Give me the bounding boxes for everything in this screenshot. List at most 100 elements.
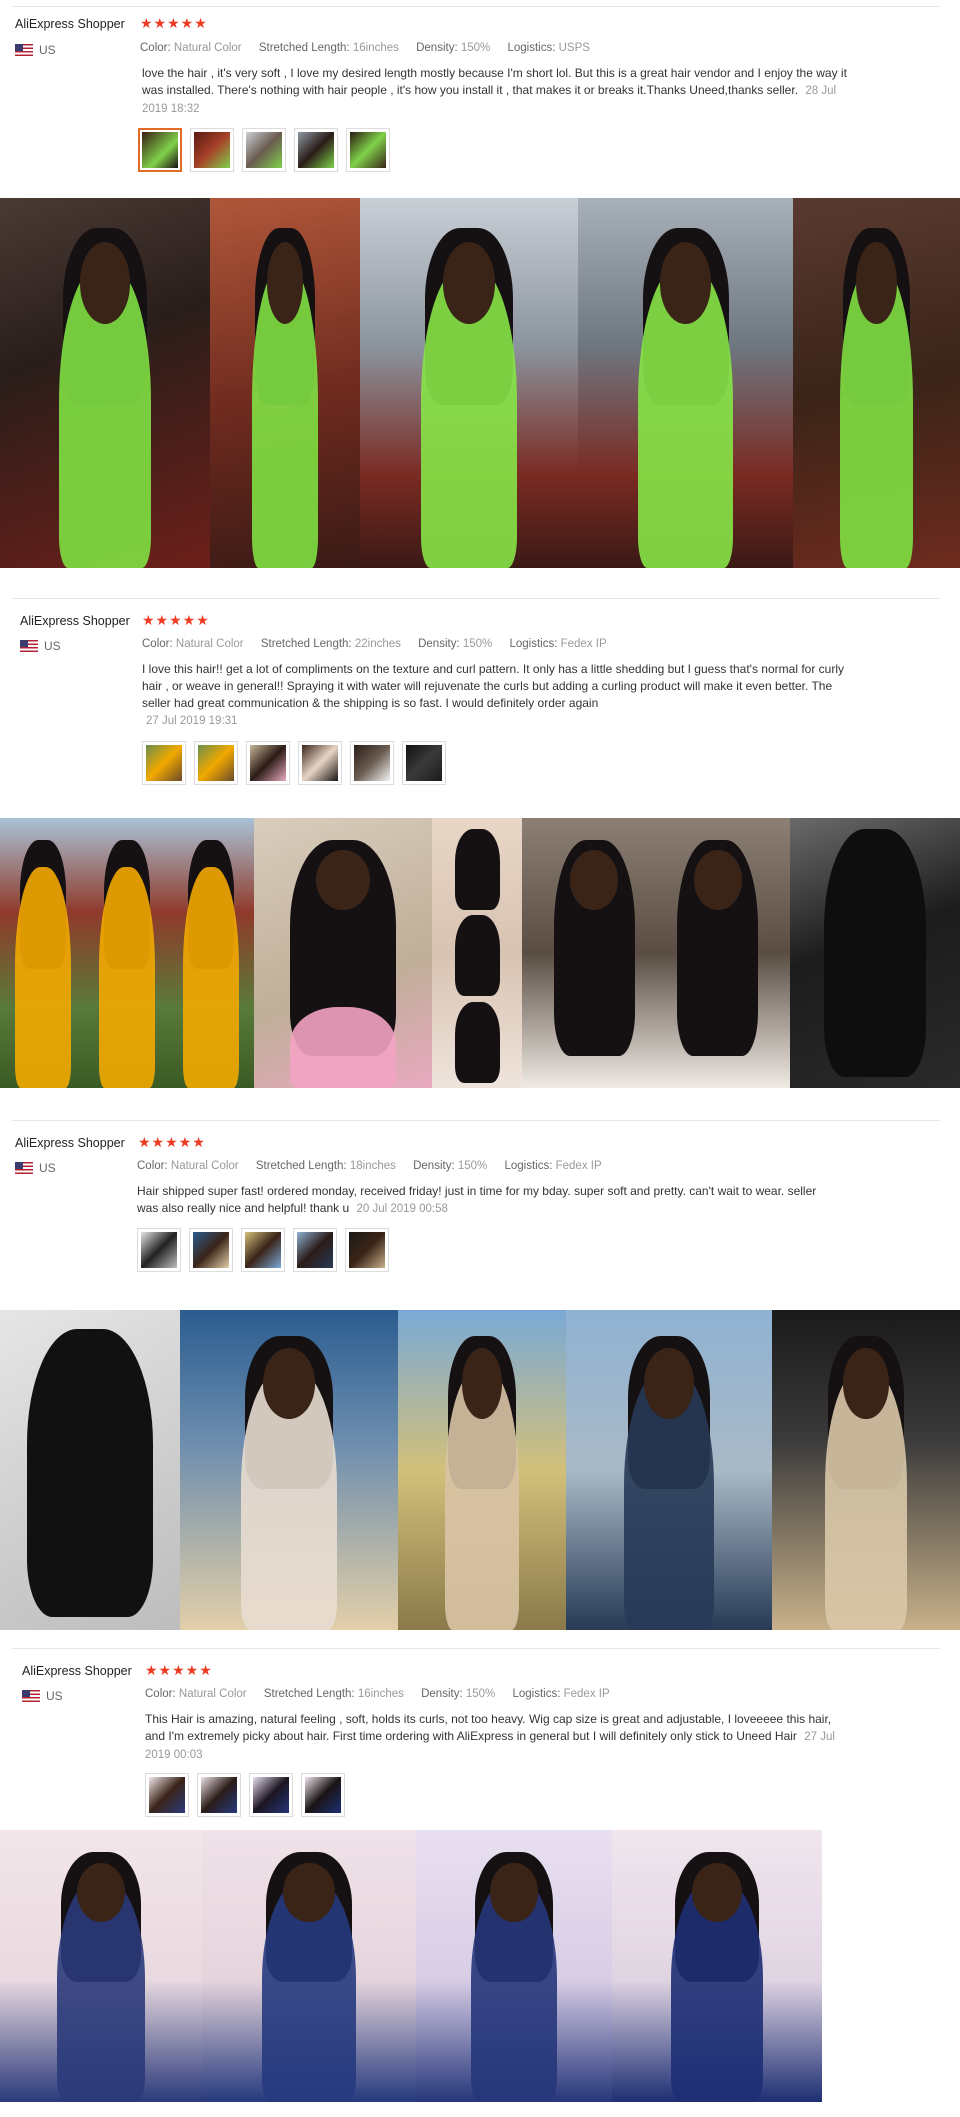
photo-thumbnail[interactable] (249, 1773, 293, 1817)
reviewer-name: AliExpress Shopper (15, 17, 125, 31)
photo-thumbnail[interactable] (241, 1228, 285, 1272)
review-photo[interactable] (432, 818, 522, 1088)
attr-label: Logistics: (504, 1160, 553, 1172)
review-photo[interactable] (254, 818, 432, 1088)
photo-thumbnail[interactable] (294, 128, 338, 172)
attr-label: Density: (416, 42, 458, 54)
attr-value: Natural Color (178, 1688, 247, 1700)
attr-value: 150% (465, 1688, 496, 1700)
attr-value: 150% (457, 1160, 488, 1172)
attr-label: Stretched Length: (263, 1688, 355, 1700)
review-photo[interactable] (578, 198, 793, 568)
product-attributes: Color: Natural Color Stretched Length: 2… (142, 638, 607, 650)
rating-stars: ★★★★★ (145, 1662, 213, 1678)
product-attributes: Color: Natural Color Stretched Length: 1… (137, 1160, 602, 1172)
attr-value: 16inches (357, 1688, 404, 1700)
attr-label: Density: (421, 1688, 463, 1700)
reviewer-name: AliExpress Shopper (22, 1664, 132, 1678)
photo-thumbnail[interactable] (142, 741, 186, 785)
review-divider (12, 1120, 940, 1121)
review-photo[interactable] (0, 1830, 202, 2102)
attr-value: 150% (460, 42, 491, 54)
review-photo[interactable] (0, 818, 254, 1088)
review-photo[interactable] (0, 198, 210, 568)
review-photo[interactable] (416, 1830, 612, 2102)
photo-thumbnails (142, 741, 446, 785)
reviewer-country: US (20, 639, 61, 653)
rating-stars: ★★★★★ (142, 612, 210, 628)
photo-thumbnail[interactable] (345, 1228, 389, 1272)
photo-thumbnail[interactable] (246, 741, 290, 785)
photo-thumbnail[interactable] (350, 741, 394, 785)
review-photo[interactable] (360, 198, 578, 568)
product-attributes: Color: Natural Color Stretched Length: 1… (140, 42, 590, 54)
review-text: love the hair , it's very soft , I love … (142, 65, 862, 118)
review-body: love the hair , it's very soft , I love … (142, 66, 847, 97)
attr-label: Stretched Length: (255, 1160, 347, 1172)
rating-stars: ★★★★★ (138, 1134, 206, 1150)
photo-thumbnail[interactable] (402, 741, 446, 785)
attr-value: Fedex IP (563, 1688, 610, 1700)
review-photo[interactable] (612, 1830, 822, 2102)
attr-label: Density: (418, 638, 460, 650)
review-photo[interactable] (180, 1310, 398, 1630)
review-body: I love this hair!! get a lot of complime… (142, 662, 844, 710)
photo-thumbnail[interactable] (137, 1228, 181, 1272)
review-photo[interactable] (210, 198, 360, 568)
review-photo[interactable] (790, 818, 960, 1088)
product-attributes: Color: Natural Color Stretched Length: 1… (145, 1688, 610, 1700)
review-body: Hair shipped super fast! ordered monday,… (137, 1184, 817, 1215)
review-photo[interactable] (0, 1310, 180, 1630)
attr-label: Logistics: (507, 42, 556, 54)
review-divider (12, 6, 940, 7)
country-label: US (39, 43, 56, 57)
attr-label: Logistics: (512, 1688, 561, 1700)
review-divider (12, 1648, 940, 1649)
us-flag-icon (15, 44, 33, 56)
attr-value: 16inches (352, 42, 399, 54)
attr-label: Logistics: (509, 638, 558, 650)
photo-thumbnails (138, 128, 390, 172)
review-photo[interactable] (202, 1830, 416, 2102)
photo-thumbnails (145, 1773, 345, 1817)
review-text: I love this hair!! get a lot of complime… (142, 661, 862, 730)
review-photo[interactable] (398, 1310, 566, 1630)
photo-thumbnail[interactable] (293, 1228, 337, 1272)
review-body: This Hair is amazing, natural feeling , … (145, 1712, 832, 1743)
review-date: 20 Jul 2019 00:58 (356, 1203, 448, 1215)
reviewer-name: AliExpress Shopper (15, 1136, 125, 1150)
review-photo[interactable] (793, 198, 960, 568)
photo-thumbnail[interactable] (346, 128, 390, 172)
country-label: US (39, 1161, 56, 1175)
attr-value: Natural Color (173, 42, 242, 54)
attr-value: Fedex IP (555, 1160, 602, 1172)
reviewer-country: US (22, 1689, 63, 1703)
attr-label: Color: (142, 638, 173, 650)
attr-value: 18inches (349, 1160, 396, 1172)
photo-thumbnail[interactable] (298, 741, 342, 785)
photo-thumbnail[interactable] (194, 741, 238, 785)
photo-thumbnail[interactable] (189, 1228, 233, 1272)
reviewer-name: AliExpress Shopper (20, 614, 130, 628)
photo-thumbnail[interactable] (138, 128, 182, 172)
country-label: US (44, 639, 61, 653)
attr-value: Fedex IP (560, 638, 607, 650)
attr-value: Natural Color (175, 638, 244, 650)
review-photo-gallery (0, 818, 960, 1088)
review-photo[interactable] (522, 818, 790, 1088)
attr-label: Density: (413, 1160, 455, 1172)
photo-thumbnail[interactable] (145, 1773, 189, 1817)
photo-thumbnail[interactable] (197, 1773, 241, 1817)
review-photo-gallery (0, 1310, 960, 1630)
review-photo[interactable] (772, 1310, 960, 1630)
attr-label: Stretched Length: (260, 638, 352, 650)
photo-thumbnail[interactable] (190, 128, 234, 172)
us-flag-icon (22, 1690, 40, 1702)
review-photo[interactable] (566, 1310, 772, 1630)
photo-thumbnail[interactable] (301, 1773, 345, 1817)
photo-thumbnail[interactable] (242, 128, 286, 172)
attr-label: Color: (137, 1160, 168, 1172)
rating-stars: ★★★★★ (140, 15, 208, 31)
review-text: This Hair is amazing, natural feeling , … (145, 1711, 845, 1764)
review-date: 27 Jul 2019 19:31 (146, 715, 238, 727)
